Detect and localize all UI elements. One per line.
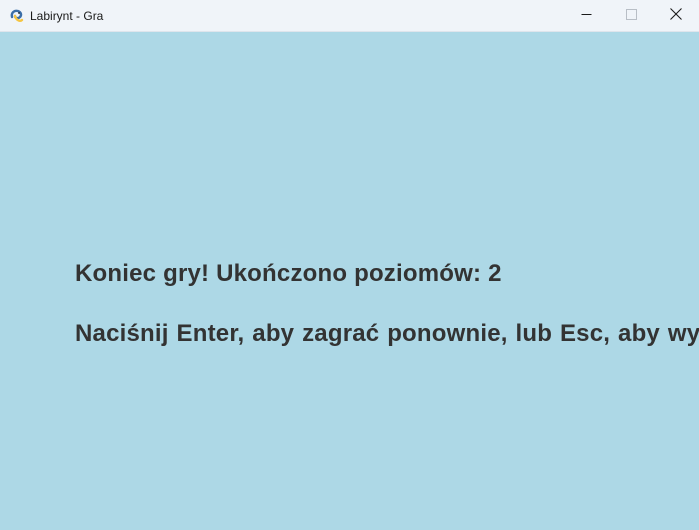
game-canvas[interactable]: Koniec gry! Ukończono poziomów: 2 Naciśn… [0, 32, 699, 530]
window-title: Labirynt - Gra [30, 9, 104, 23]
maximize-button[interactable] [608, 0, 654, 31]
title-bar[interactable]: Labirynt - Gra [0, 0, 699, 32]
maximize-icon [625, 7, 637, 25]
close-icon [670, 7, 682, 25]
instructions-text: Naciśnij Enter, aby zagrać ponownie, lub… [75, 320, 699, 347]
game-window: Labirynt - Gra Koniec gry! Ukończono poz… [0, 0, 699, 530]
minimize-button[interactable] [563, 0, 609, 31]
minimize-icon [581, 7, 592, 25]
game-over-text: Koniec gry! Ukończono poziomów: 2 [75, 260, 502, 287]
pygame-snake-icon [9, 8, 25, 24]
close-button[interactable] [653, 0, 699, 31]
